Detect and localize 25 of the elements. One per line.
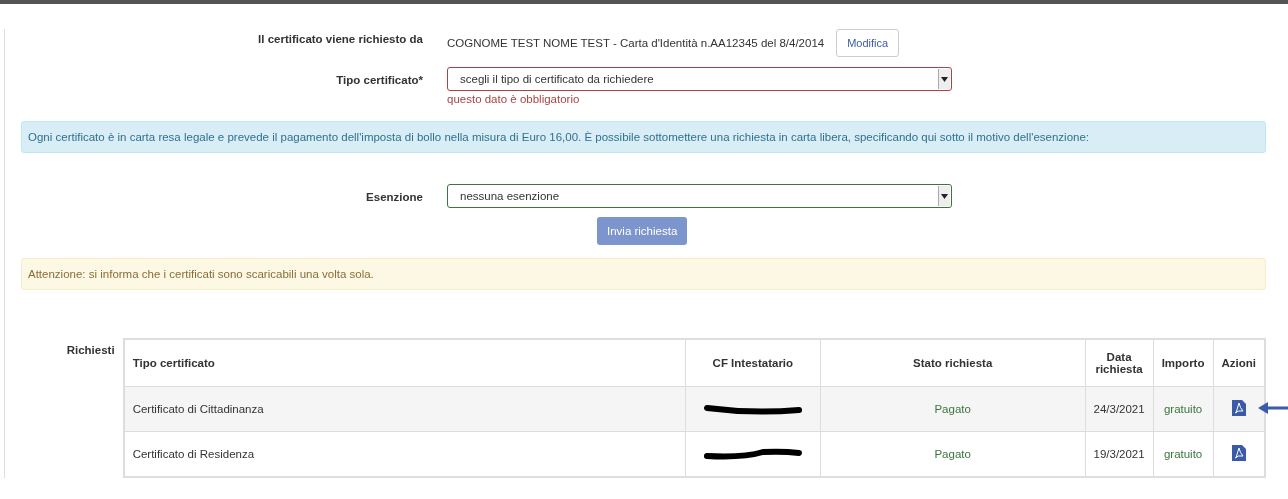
edit-button[interactable]: Modifica <box>836 29 900 57</box>
warning-notice: Attenzione: si informa che i certificati sono scaricabili una volta sola. <box>21 258 1266 290</box>
column-header: Importo <box>1153 339 1213 387</box>
column-header: Stato richiesta <box>820 339 1085 387</box>
error-message: questo dato è obbligatorio <box>447 93 580 105</box>
table-cell: gratuito <box>1153 386 1213 432</box>
arrow-icon <box>1257 401 1288 415</box>
table-cell: Certificato di Cittadinanza <box>123 386 686 432</box>
requester-text: COGNOME TEST NOME TEST - Carta d'Identità n.AA12345 del 8/4/2014 <box>447 37 825 49</box>
field-label: Esenzione <box>365 190 424 203</box>
section-label: Richiesti <box>65 343 116 356</box>
field-label: Il certificato viene richiesto da <box>257 32 424 45</box>
caret-icon[interactable] <box>938 186 950 206</box>
pdf-icon[interactable] <box>1231 400 1246 416</box>
exemption-select[interactable]: nessuna esenzione <box>447 184 952 208</box>
info-notice: Ogni certificato è in carta resa legale e prevede il pagamento dell'imposta di bollo nella misura di Euro 16,00. È possibile sottomettere una richiesta in carta libera, specificando qui sotto il motivo dell'esenzione: <box>21 121 1266 153</box>
column-header: Data richiesta <box>1085 339 1154 387</box>
table-cell: 24/3/2021 <box>1085 386 1154 432</box>
column-header: Tipo certificato <box>123 339 686 387</box>
pdf-icon[interactable] <box>1231 445 1246 461</box>
certificate-type-select[interactable]: scegli il tipo di certificato da richiedere <box>447 67 952 91</box>
field-label: Tipo certificato* <box>335 73 424 86</box>
table-cell: Pagato <box>820 386 1085 432</box>
column-header: CF Intestatario <box>685 339 821 387</box>
caret-icon[interactable] <box>938 69 950 89</box>
